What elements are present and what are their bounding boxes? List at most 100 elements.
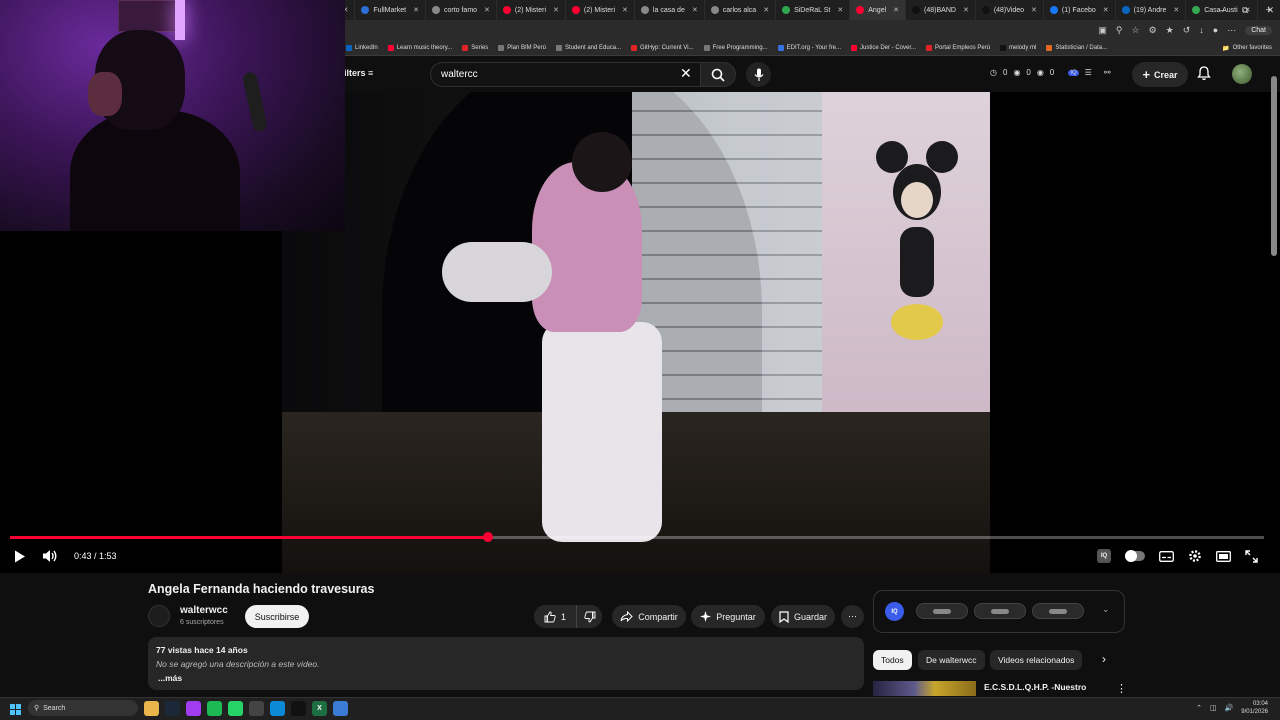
share-button[interactable]: Compartir — [612, 605, 686, 628]
voice-search-button[interactable] — [746, 62, 771, 87]
file-explorer-icon[interactable] — [144, 700, 159, 716]
iq-extension-icon[interactable]: IQ — [1068, 69, 1079, 76]
recommendation-title[interactable]: E.C.S.D.L.Q.H.P. -Nuestro — [984, 682, 1086, 692]
menu-icon[interactable]: ⋯ — [1227, 25, 1236, 36]
bookmark-item[interactable]: Justice Der - Cover... — [851, 44, 916, 51]
close-tab-icon[interactable]: ✕ — [1173, 6, 1179, 14]
close-tab-icon[interactable]: ✕ — [837, 6, 843, 14]
channel-name[interactable]: walterwcc — [180, 605, 228, 616]
other-favorites-folder[interactable]: 📁 Other favorites — [1222, 40, 1272, 56]
close-tab-icon[interactable]: ✕ — [413, 6, 419, 14]
volume-button[interactable] — [42, 549, 58, 563]
messenger-icon[interactable] — [186, 700, 201, 716]
recommendation-thumbnail[interactable] — [873, 681, 976, 696]
close-tab-icon[interactable]: ✕ — [692, 6, 698, 14]
bookmark-item[interactable]: Free Programming... — [703, 44, 768, 51]
bookmark-item[interactable]: Portal Empleos Perú — [926, 44, 990, 51]
more-vertical-icon[interactable]: ⋮ — [1116, 682, 1127, 695]
close-tab-icon[interactable]: ✕ — [763, 6, 769, 14]
start-button[interactable] — [10, 702, 21, 720]
chevron-down-icon[interactable]: ⌄ — [1102, 604, 1110, 615]
subtitles-button[interactable] — [1159, 550, 1174, 562]
close-icon[interactable]: ✕ — [1266, 5, 1274, 16]
bookmark-item[interactable]: melody ml — [1000, 44, 1036, 51]
bookmark-item[interactable]: Learn music theory... — [387, 44, 452, 51]
iq-option-2[interactable] — [974, 603, 1026, 619]
network-icon[interactable]: ◫ — [1210, 704, 1217, 712]
restore-icon[interactable]: ⧉ — [1242, 5, 1248, 16]
fullscreen-button[interactable] — [1245, 549, 1258, 563]
browser-tab[interactable]: la casa de ✕ — [635, 0, 705, 20]
bookmark-item[interactable]: LinkedIn — [346, 44, 378, 51]
clear-search-icon[interactable]: ✕ — [680, 65, 692, 82]
video-frame[interactable] — [282, 92, 990, 573]
taskbar-search[interactable]: ⚲ Search — [28, 700, 138, 716]
bookmark-item[interactable]: EDIT.org - Your fre... — [777, 44, 841, 51]
notepad-icon[interactable] — [333, 700, 348, 716]
tiktok-icon[interactable] — [291, 700, 306, 716]
settings-button[interactable] — [1188, 549, 1202, 563]
browser-tab[interactable]: (1) Facebo ✕ — [1044, 0, 1116, 20]
search-input[interactable]: waltercc — [430, 62, 700, 87]
browser-tab[interactable]: Angel ✕ — [850, 0, 907, 20]
bookmark-item[interactable]: GitHyp: Current Vi... — [631, 44, 694, 51]
browser-tab[interactable]: carlos alca ✕ — [705, 0, 777, 20]
browser-tab[interactable]: (48)BAND ✕ — [906, 0, 976, 20]
browser-tab[interactable]: SiDeRaL St ✕ — [776, 0, 851, 20]
chatgpt-icon[interactable] — [249, 700, 264, 716]
bookmark-item[interactable]: Series — [462, 44, 488, 51]
edge-icon[interactable] — [270, 700, 285, 716]
browser-tab[interactable]: (48)Video ✕ — [976, 0, 1044, 20]
theater-mode-button[interactable] — [1216, 550, 1231, 562]
close-tab-icon[interactable]: ✕ — [1031, 6, 1037, 14]
list-icon[interactable]: ☰ — [1085, 68, 1092, 77]
close-tab-icon[interactable]: ✕ — [1103, 6, 1109, 14]
browser-tab[interactable]: FullMarket ✕ — [355, 0, 426, 20]
progress-scrubber[interactable] — [482, 532, 493, 542]
profile-icon[interactable]: ● — [1213, 25, 1218, 35]
browser-tab[interactable]: corto famo ✕ — [426, 0, 497, 20]
spotify-icon[interactable] — [207, 700, 222, 716]
iq-option-1[interactable] — [916, 603, 968, 619]
copilot-chat-button[interactable]: Chat — [1245, 25, 1272, 35]
account-avatar[interactable] — [1232, 64, 1252, 84]
chevron-up-icon[interactable]: ⌃ — [1196, 704, 1202, 712]
notifications-button[interactable] — [1197, 66, 1211, 86]
browser-tab[interactable]: (19) Andre ✕ — [1116, 0, 1187, 20]
bookmark-item[interactable]: Plan BIM Perú — [498, 44, 546, 51]
close-tab-icon[interactable]: ✕ — [484, 6, 490, 14]
more-actions-button[interactable]: ⋯ — [841, 605, 864, 628]
close-tab-icon[interactable]: ✕ — [622, 6, 628, 14]
browser-tab[interactable]: (2) Misteri ✕ — [497, 0, 566, 20]
channel-avatar[interactable] — [148, 605, 170, 627]
ask-button[interactable]: Preguntar — [691, 605, 765, 628]
iq-player-button[interactable]: IQ — [1097, 549, 1111, 563]
search-button[interactable] — [700, 62, 736, 87]
autoplay-toggle[interactable] — [1125, 550, 1145, 562]
history-icon[interactable]: ↺ — [1183, 25, 1191, 36]
minimize-icon[interactable]: – — [1219, 5, 1224, 15]
clock[interactable]: 03:04 9/01/2026 — [1241, 700, 1268, 716]
steam-icon[interactable] — [165, 700, 180, 716]
iq-logo[interactable]: IQ — [885, 602, 904, 621]
browser-tab[interactable]: (2) Misteri ✕ — [566, 0, 635, 20]
like-button[interactable]: 1 — [534, 605, 576, 628]
progress-bar[interactable] — [10, 532, 1264, 542]
dislike-button[interactable] — [576, 605, 602, 628]
show-more-link[interactable]: ...más — [158, 673, 856, 683]
speaker-icon[interactable]: 🔊 — [1225, 704, 1234, 712]
create-button[interactable]: + Crear — [1132, 62, 1188, 87]
downloads-icon[interactable]: ↓ — [1199, 25, 1204, 35]
trophy-icon[interactable]: ⚯ — [1104, 68, 1111, 77]
filters-button[interactable]: ilters ≡ — [344, 68, 373, 78]
star-icon[interactable]: ☆ — [1131, 25, 1139, 36]
bookmark-item[interactable]: Student and Educa... — [555, 44, 621, 51]
iq-option-3[interactable] — [1032, 603, 1084, 619]
zoom-icon[interactable]: ⚲ — [1116, 25, 1123, 36]
excel-icon[interactable]: X — [312, 700, 327, 716]
chip-all[interactable]: Todos — [873, 650, 912, 670]
play-button[interactable] — [14, 550, 26, 563]
chip-related[interactable]: Videos relacionados — [990, 650, 1083, 670]
close-tab-icon[interactable]: ✕ — [893, 6, 899, 14]
save-button[interactable]: Guardar — [771, 605, 835, 628]
